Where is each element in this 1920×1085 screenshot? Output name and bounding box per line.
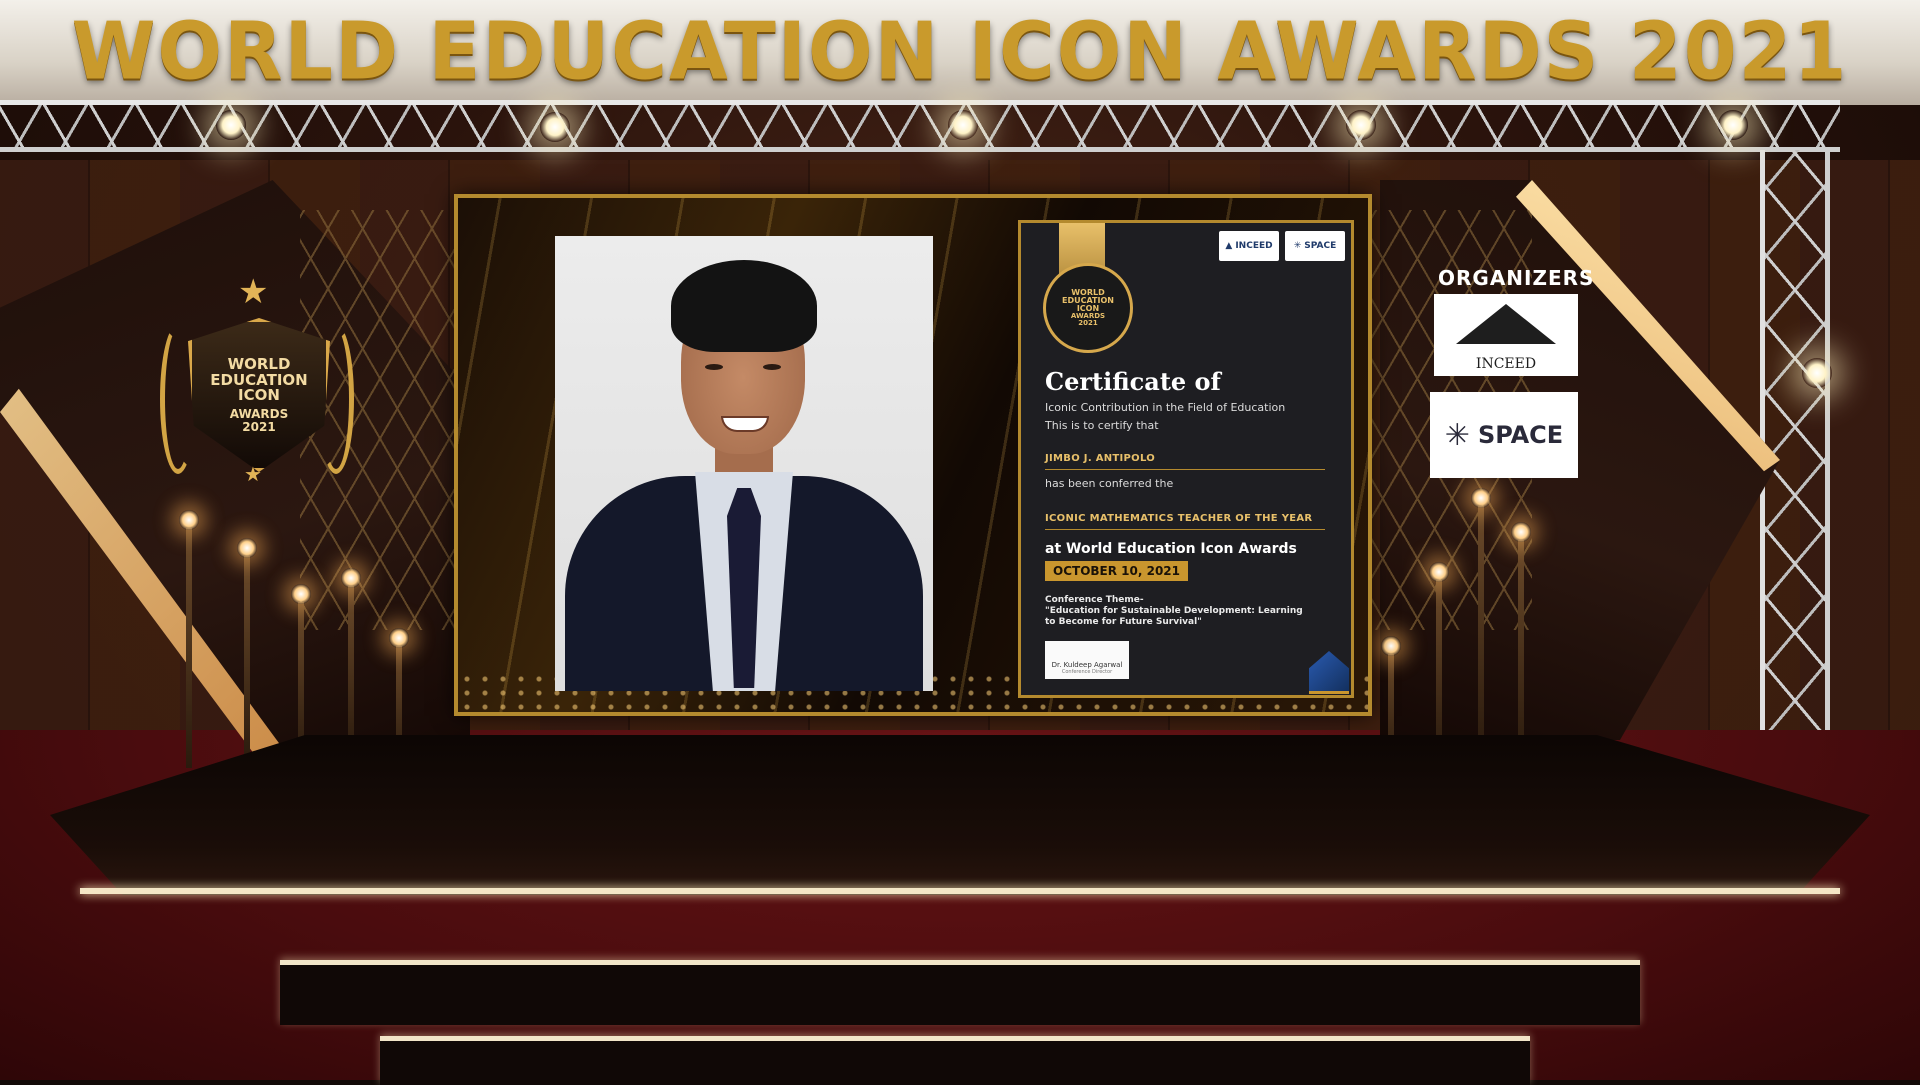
space-organizer-card: ✳ SPACE (1430, 392, 1578, 478)
conferred-text: has been conferred the (1045, 477, 1174, 490)
stage-platform (50, 735, 1870, 895)
organizers-heading: ORGANIZERS (1438, 266, 1595, 290)
inceed-logo-label: INCEED (1235, 241, 1273, 251)
house-logo-icon (1309, 651, 1349, 694)
lighting-truss (0, 100, 1840, 152)
awards-emblem: ★ WORLD EDUCATION ICON AWARDS 2021 ★ (160, 272, 354, 494)
signature-block: Dr. Kuldeep Agarwal Conference Director (1045, 641, 1129, 679)
stage-edge-light (80, 888, 1840, 894)
certificate-heading: Certificate of (1045, 367, 1221, 396)
emblem-text-line: AWARDS (229, 407, 289, 422)
atom-icon: ✳ (1444, 417, 1470, 453)
lamp-post (1511, 522, 1531, 760)
eye (705, 364, 723, 370)
presentation-screen: WORLD EDUCATION ICON AWARDS 2021 ▲ INCEE… (454, 194, 1372, 716)
certificate-subheading: Iconic Contribution in the Field of Educ… (1045, 401, 1286, 414)
spotlight (1802, 358, 1832, 388)
spotlight (1346, 110, 1376, 140)
award-date-badge: OCTOBER 10, 2021 (1045, 561, 1188, 581)
seal-text-line: 2021 (1078, 319, 1098, 327)
spotlight (216, 110, 246, 140)
spotlight (540, 112, 570, 142)
recipient-name: JIMBO J. ANTIPOLO (1045, 453, 1156, 464)
star-icon: ★ (244, 462, 262, 486)
emblem-text-line: 2021 (242, 419, 276, 434)
lamp-post (179, 510, 199, 768)
signatory-name: Dr. Kuldeep Agarwal (1051, 661, 1123, 669)
divider (1045, 469, 1325, 470)
spotlight (948, 110, 978, 140)
theme-label: Conference Theme- (1045, 595, 1144, 605)
certificate-seal: WORLD EDUCATION ICON AWARDS 2021 (1043, 263, 1133, 353)
stage-step (280, 960, 1640, 1025)
eye (763, 364, 781, 370)
inceed-label: INCEED (1475, 356, 1537, 372)
hair (671, 260, 817, 352)
signatory-role: Conference Director (1061, 669, 1113, 675)
inceed-organizer-card: INCEED (1434, 294, 1578, 376)
recipient-photo (555, 236, 933, 691)
theme-text: "Education for Sustainable Development: … (1045, 605, 1303, 627)
lamp-post (1471, 488, 1491, 756)
triangle-icon: ▲ (1225, 241, 1233, 251)
inceed-triangle-icon (1456, 304, 1556, 344)
star-icon: ★ (238, 272, 269, 312)
lamp-post (341, 568, 361, 756)
stage-step (380, 1036, 1530, 1085)
emblem-shield: WORLD EDUCATION ICON AWARDS 2021 (188, 318, 330, 472)
lamp-post (237, 538, 257, 766)
award-event: at World Education Icon Awards (1045, 541, 1297, 557)
certify-text: This is to certify that (1045, 419, 1159, 432)
divider (1045, 529, 1325, 530)
atom-icon: ✳ (1293, 241, 1302, 251)
space-label: SPACE (1477, 421, 1564, 449)
award-title: ICONIC MATHEMATICS TEACHER OF THE YEAR (1045, 513, 1313, 524)
certificate: WORLD EDUCATION ICON AWARDS 2021 ▲ INCEE… (1018, 220, 1354, 698)
space-logo-label: SPACE (1304, 241, 1337, 251)
spotlight (1718, 110, 1748, 140)
emblem-text-line: ICON (238, 386, 280, 405)
event-title: WORLD EDUCATION ICON AWARDS 2021 (71, 3, 1849, 98)
space-logo: ✳ SPACE (1285, 231, 1345, 261)
lamp-post (1429, 562, 1449, 760)
conference-theme: Conference Theme- "Education for Sustain… (1045, 595, 1315, 627)
inceed-logo: ▲ INCEED (1219, 231, 1279, 261)
